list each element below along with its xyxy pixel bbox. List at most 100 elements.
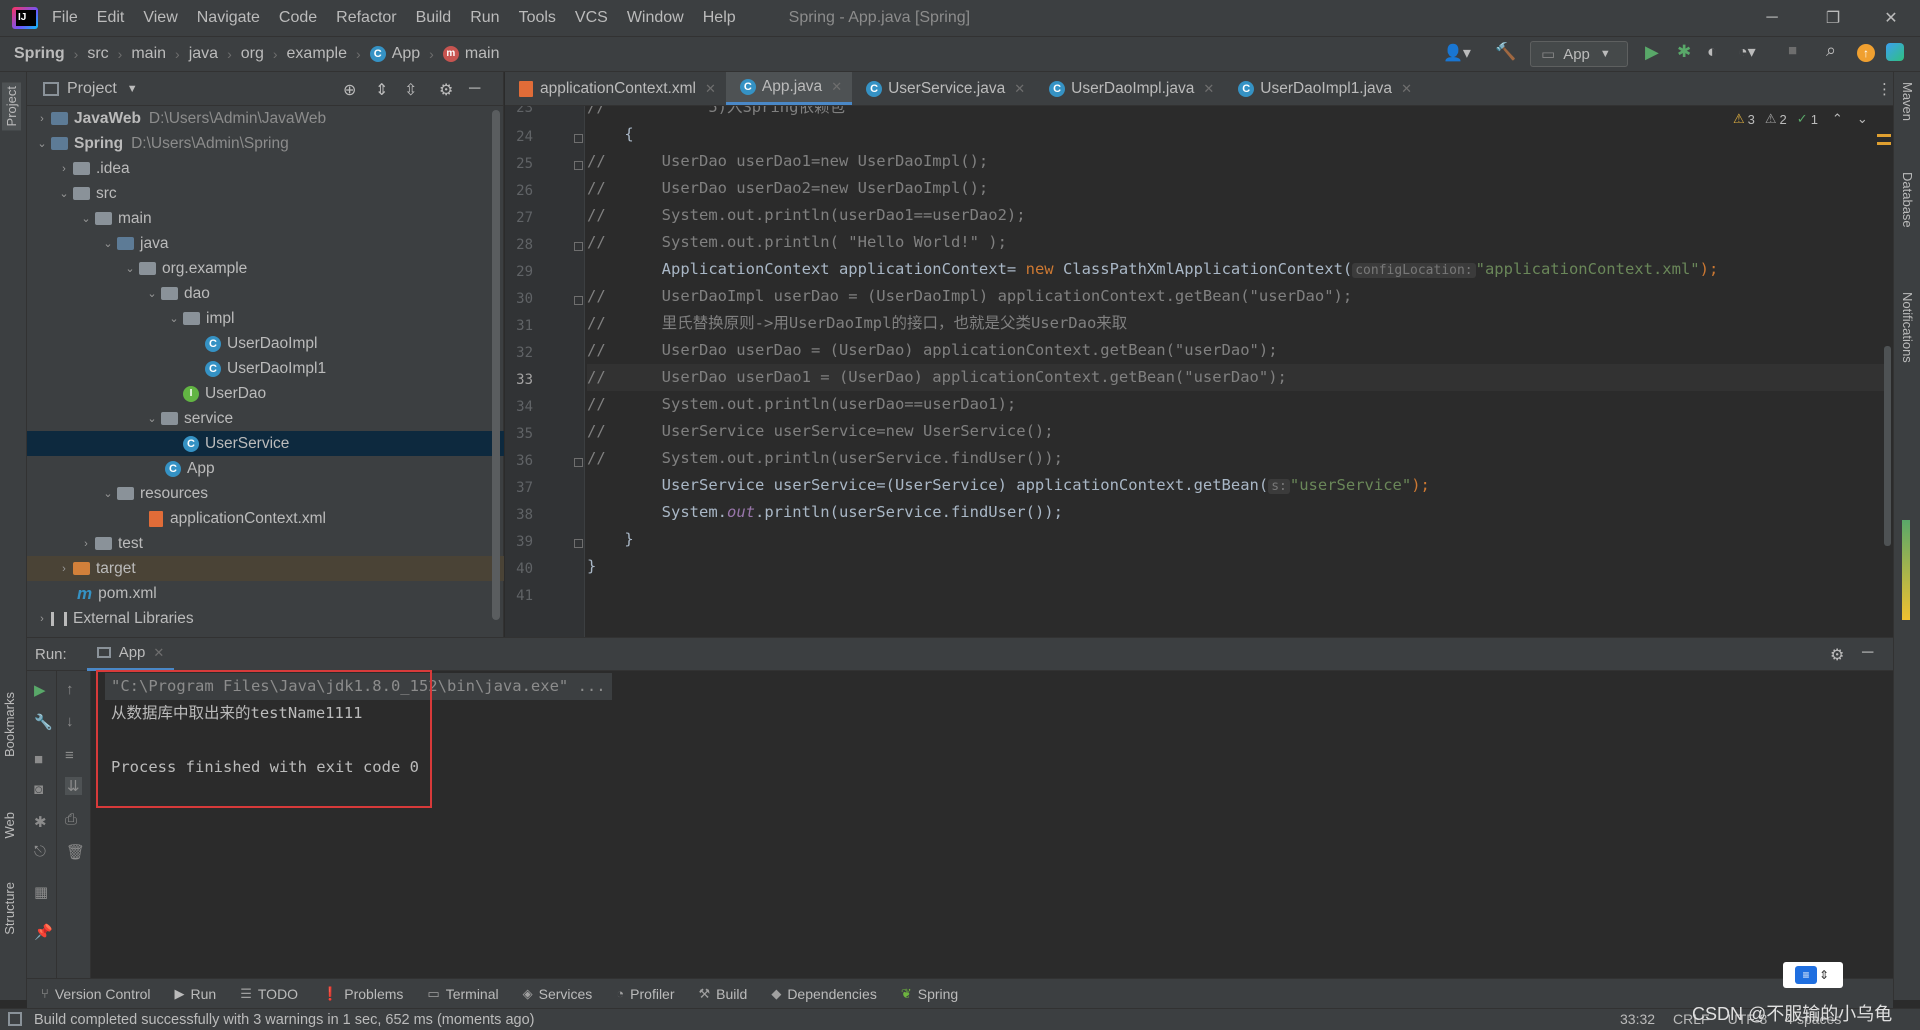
wrench-icon[interactable]: 🔧	[34, 713, 53, 731]
run-icon[interactable]: ▶	[1645, 42, 1659, 63]
fold-marker-icon[interactable]	[574, 242, 583, 251]
tab-userdaoimpl-java[interactable]: C UserDaoImpl.java ✕	[1035, 72, 1224, 105]
breadcrumb-src[interactable]: src	[87, 45, 108, 63]
arrow-down-icon[interactable]: ↓	[66, 713, 74, 730]
tab-userdaoimpl1-java[interactable]: C UserDaoImpl1.java ✕	[1224, 72, 1422, 105]
close-icon[interactable]: ✕	[1203, 81, 1214, 97]
tab-problems[interactable]: ❗ Problems	[322, 986, 403, 1002]
tab-dependencies[interactable]: ◆ Dependencies	[771, 986, 877, 1002]
tree-item-external-libraries[interactable]: › External Libraries	[27, 606, 504, 631]
tree-item-java[interactable]: ⌄ java	[27, 231, 504, 256]
tab-applicationcontext-xml[interactable]: applicationContext.xml ✕	[505, 72, 726, 105]
close-icon[interactable]: ✕	[705, 81, 716, 97]
search-icon[interactable]: ⌕	[1826, 40, 1836, 61]
gear-icon[interactable]: ⚙	[1830, 645, 1844, 665]
tab-todo[interactable]: ☰ TODO	[240, 986, 298, 1002]
menu-refactor[interactable]: Refactor	[336, 9, 396, 27]
database-tool-tab[interactable]: Database	[1900, 172, 1915, 228]
run-tab-app[interactable]: App ✕	[86, 638, 175, 671]
plugin-icon[interactable]	[1886, 43, 1904, 61]
breadcrumb-example[interactable]: example	[287, 45, 347, 63]
tree-item-userdao[interactable]: I UserDao	[27, 381, 504, 406]
tree-item-app[interactable]: C App	[27, 456, 504, 481]
close-icon[interactable]: ✕	[831, 79, 842, 95]
rerun-icon[interactable]: ▶	[34, 681, 46, 699]
notifications-tool-tab[interactable]: Notifications	[1900, 292, 1915, 363]
ime-indicator[interactable]: ≡ ⇕	[1783, 962, 1843, 988]
tab-build[interactable]: ⚒ Build	[699, 986, 748, 1002]
code-editor[interactable]: 23 24 25 26 27 28 29 30 31 32 33 34 35 3…	[505, 106, 1893, 637]
fold-marker-icon[interactable]	[574, 458, 583, 467]
menu-tools[interactable]: Tools	[519, 9, 556, 27]
breadcrumb-org[interactable]: org	[241, 45, 264, 63]
menu-edit[interactable]: Edit	[97, 9, 125, 27]
tree-item-target[interactable]: › target	[27, 556, 504, 581]
exit-icon[interactable]: ⎋	[34, 843, 46, 860]
stop-icon[interactable]: ■	[34, 751, 43, 768]
tree-item-main[interactable]: ⌄ main	[27, 206, 504, 231]
project-tool-tab[interactable]: Project	[2, 82, 21, 131]
inspection-widget[interactable]: ⚠ 3 ⚠ 2 ✓ 1 ⌃ ⌄	[1733, 111, 1868, 127]
tree-item-javaweb[interactable]: › JavaWeb D:\Users\Admin\JavaWeb	[27, 106, 504, 131]
run-config-select[interactable]: ▭ App ▼	[1530, 41, 1628, 67]
menu-build[interactable]: Build	[416, 9, 452, 27]
menu-navigate[interactable]: Navigate	[197, 9, 260, 27]
tree-item-impl[interactable]: ⌄ impl	[27, 306, 504, 331]
breadcrumb-java[interactable]: java	[189, 45, 218, 63]
tree-item-resources[interactable]: ⌄ resources	[27, 481, 504, 506]
toggle-tool-windows-icon[interactable]	[8, 1012, 22, 1026]
more-tabs-icon[interactable]: ⋮	[1877, 80, 1892, 98]
tree-scrollbar[interactable]	[492, 110, 500, 620]
tab-version-control[interactable]: ⑂ Version Control	[41, 986, 151, 1002]
breadcrumb-spring[interactable]: Spring	[14, 45, 65, 63]
menu-view[interactable]: View	[143, 9, 177, 27]
tab-app-java[interactable]: C App.java ✕	[725, 72, 853, 105]
breadcrumb-main[interactable]: main	[131, 45, 166, 63]
warning-stripe[interactable]	[1877, 142, 1891, 145]
coverage-icon[interactable]: ◐	[1707, 42, 1717, 62]
scroll-to-end-icon[interactable]: ⇊	[65, 777, 82, 795]
camera-icon[interactable]: ◙	[34, 781, 43, 798]
user-icon[interactable]: 👤▾	[1443, 43, 1471, 63]
structure-tool-tab[interactable]: Structure	[2, 882, 17, 935]
restore-icon[interactable]: ❐	[1804, 0, 1862, 36]
layout-icon[interactable]: ▦	[34, 883, 48, 901]
fold-marker-icon[interactable]	[574, 161, 583, 170]
chevron-up-icon[interactable]: ⌃	[1832, 111, 1843, 127]
locate-icon[interactable]: ⊕	[343, 80, 356, 100]
hide-panel-icon[interactable]: ─	[1862, 644, 1873, 662]
pin-icon[interactable]: 📌	[34, 923, 53, 941]
menu-file[interactable]: File	[52, 9, 78, 27]
chevron-down-icon[interactable]: ⌄	[1857, 111, 1868, 127]
menu-vcs[interactable]: VCS	[575, 9, 608, 27]
trash-icon[interactable]: 🗑	[66, 843, 85, 861]
tree-item-idea[interactable]: › .idea	[27, 156, 504, 181]
close-icon[interactable]: ✕	[153, 645, 164, 661]
tree-item-src[interactable]: ⌄ src	[27, 181, 504, 206]
tab-userservice-java[interactable]: C UserService.java ✕	[852, 72, 1035, 105]
close-window-icon[interactable]: ✕	[1862, 0, 1920, 36]
tab-run[interactable]: ▶ Run	[175, 986, 217, 1002]
fold-marker-icon[interactable]	[574, 539, 583, 548]
editor-scrollbar[interactable]	[1884, 346, 1891, 546]
tree-item-userdaoimpl[interactable]: C UserDaoImpl	[27, 331, 504, 356]
print-icon[interactable]: ⎙	[65, 811, 77, 828]
tree-item-userdaoimpl1[interactable]: C UserDaoImpl1	[27, 356, 504, 381]
status-message[interactable]: Build completed successfully with 3 warn…	[34, 1012, 534, 1028]
menu-code[interactable]: Code	[279, 9, 317, 27]
close-icon[interactable]: ✕	[1401, 81, 1412, 97]
update-icon[interactable]: ↑	[1857, 44, 1875, 62]
tree-item-pom-xml[interactable]: m pom.xml	[27, 581, 504, 606]
close-icon[interactable]: ✕	[1014, 81, 1025, 97]
debug-icon[interactable]: ✱	[1677, 42, 1691, 62]
arrow-up-icon[interactable]: ↑	[66, 681, 74, 698]
debug-icon[interactable]: ✱	[34, 813, 47, 831]
menu-window[interactable]: Window	[627, 9, 684, 27]
tab-terminal[interactable]: ▭ Terminal	[427, 986, 498, 1002]
minimize-icon[interactable]: ─	[1743, 0, 1801, 36]
tab-profiler[interactable]: ◔ Profiler	[616, 986, 674, 1002]
breadcrumb-method-main[interactable]: m main	[442, 45, 500, 63]
tree-item-dao[interactable]: ⌄ dao	[27, 281, 504, 306]
tree-item-userservice[interactable]: C UserService	[27, 431, 504, 456]
stop-icon[interactable]: ■	[1788, 42, 1797, 59]
